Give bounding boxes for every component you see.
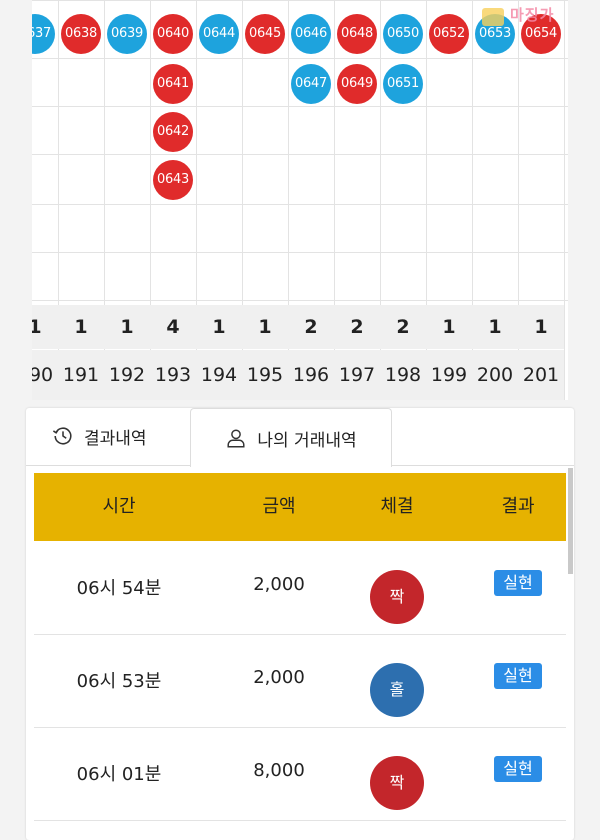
result-ball-blue: 0639 <box>107 14 147 54</box>
row-time: 06시 54분 <box>76 578 162 599</box>
result-ball-red: 0640 <box>153 14 193 54</box>
streak-count: 1 <box>242 305 288 349</box>
result-ball-blue: 0651 <box>383 64 423 104</box>
streak-count: 1 <box>196 305 242 349</box>
result-badge: 실현 <box>494 570 542 596</box>
streak-count: 1 <box>58 305 104 349</box>
watermark-emblem-icon <box>482 8 504 26</box>
header-bet: 체결 <box>380 496 414 517</box>
round-number: 196 <box>288 350 334 400</box>
streak-count: 1 <box>472 305 518 349</box>
vertical-scrollbar[interactable] <box>568 468 573 574</box>
result-ball-blue: 0646 <box>291 14 331 54</box>
round-number: 199 <box>426 350 472 400</box>
result-ball-blue: 0644 <box>199 14 239 54</box>
round-number: 197 <box>334 350 380 400</box>
row-time: 06시 01분 <box>76 764 162 785</box>
table-row[interactable]: 06시 54분 2,000 짝 실현 <box>34 542 566 635</box>
round-number: 195 <box>242 350 288 400</box>
row-amount: 8,000 <box>253 760 305 781</box>
tab-results[interactable]: 결과내역 <box>52 408 208 464</box>
user-icon <box>227 429 245 448</box>
streak-count: 1 <box>426 305 472 349</box>
streak-count: 1 <box>518 305 564 349</box>
row-amount: 2,000 <box>253 574 305 595</box>
round-number: 200 <box>472 350 518 400</box>
header-amount: 금액 <box>262 496 296 517</box>
result-ball-red: 0638 <box>61 14 101 54</box>
round-number: 198 <box>380 350 426 400</box>
result-ball-red: 0649 <box>337 64 377 104</box>
grid-column: 0644 1 194 <box>196 0 243 400</box>
pattern-grid-panel: 0637119006381191063911920640064106420643… <box>32 0 568 400</box>
result-ball-red: 0641 <box>153 64 193 104</box>
history-panel: 결과내역 나의 거래내역 시간 금액 체결 결과 06시 54분 2,000 짝 실현… <box>26 408 574 840</box>
tab-my-transactions[interactable]: 나의 거래내역 <box>190 408 392 467</box>
tab-results-label: 결과내역 <box>84 428 147 449</box>
grid-column: 0654 1 201 <box>518 0 565 400</box>
result-ball-red: 0643 <box>153 160 193 200</box>
streak-count: 1 <box>32 305 58 349</box>
result-ball-red: 0648 <box>337 14 377 54</box>
result-ball-blue: 0647 <box>291 64 331 104</box>
grid-column: 0637 1190 <box>32 0 59 400</box>
tab-my-transactions-label: 나의 거래내역 <box>257 430 357 451</box>
table-header: 시간 금액 체결 결과 <box>34 473 566 541</box>
row-amount: 2,000 <box>253 667 305 688</box>
grid-column: 0645 1 195 <box>242 0 289 400</box>
streak-count: 4 <box>150 305 196 349</box>
result-ball-blue: 0637 <box>32 14 55 54</box>
round-number: 192 <box>104 350 150 400</box>
round-number: 201 <box>518 350 564 400</box>
result-ball-red: 0652 <box>429 14 469 54</box>
grid-column: 0652 1 199 <box>426 0 473 400</box>
grid-column: 0646 0647 2 196 <box>288 0 335 400</box>
grid-column: 0648 0649 2 197 <box>334 0 381 400</box>
grid-column: 0638 1 191 <box>58 0 105 400</box>
header-time: 시간 <box>102 496 136 517</box>
result-ball-blue: 0650 <box>383 14 423 54</box>
row-time: 06시 53분 <box>76 671 162 692</box>
round-number: 190 <box>32 350 58 400</box>
watermark-logo: 마징가 <box>510 6 555 24</box>
result-ball-red: 0645 <box>245 14 285 54</box>
result-badge: 실현 <box>494 756 542 782</box>
streak-count: 2 <box>288 305 334 349</box>
bet-badge: 짝 <box>370 756 424 810</box>
round-number: 193 <box>150 350 196 400</box>
grid-column: 0640 0641 0642 0643 4 193 <box>150 0 197 400</box>
result-ball-red: 0642 <box>153 112 193 152</box>
streak-count: 2 <box>380 305 426 349</box>
result-badge: 실현 <box>494 663 542 689</box>
streak-count: 1 <box>104 305 150 349</box>
pattern-grid[interactable]: 0637119006381191063911920640064106420643… <box>32 0 568 400</box>
table-row[interactable]: 06시 53분 2,000 홀 실현 <box>34 635 566 728</box>
bet-badge: 홀 <box>370 663 424 717</box>
streak-count: 2 <box>334 305 380 349</box>
grid-column: 0650 0651 2 198 <box>380 0 427 400</box>
round-number: 191 <box>58 350 104 400</box>
table-row[interactable]: 06시 01분 8,000 짝 실현 <box>34 728 566 821</box>
grid-column: 0639 1 192 <box>104 0 151 400</box>
round-number: 194 <box>196 350 242 400</box>
grid-column: 0653 1 200 <box>472 0 519 400</box>
bet-badge: 짝 <box>370 570 424 624</box>
header-result: 결과 <box>501 496 535 517</box>
history-icon <box>52 427 72 445</box>
